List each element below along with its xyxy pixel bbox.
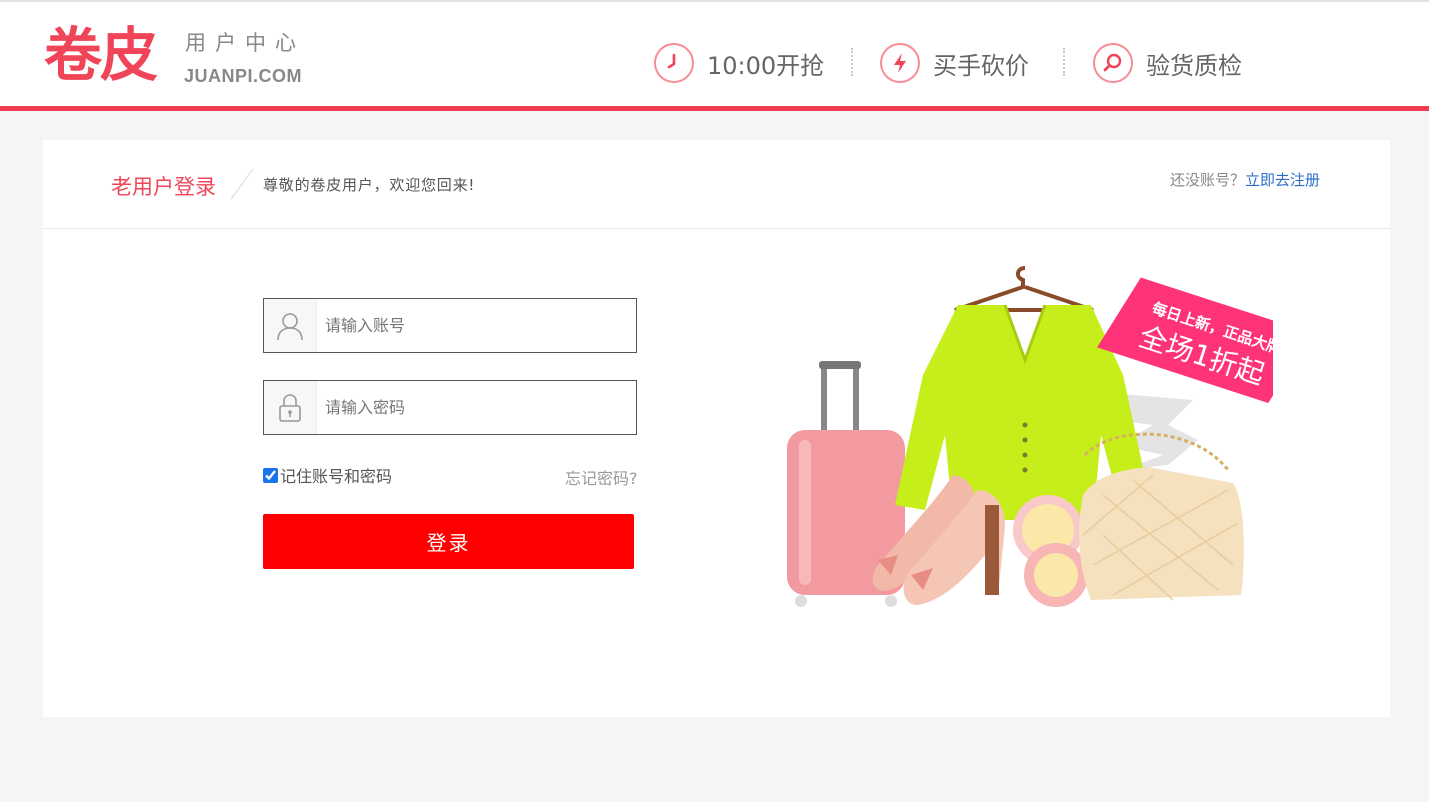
user-icon — [264, 299, 317, 352]
feature-label: 买手砍价 — [933, 51, 1029, 80]
feature-label: 10:00开抢 — [707, 51, 825, 80]
magnifier-icon — [1093, 43, 1133, 83]
feature-flash-sale: 10:00开抢 — [654, 42, 824, 84]
register-prompt: 还没账号？立即去注册 — [1170, 169, 1320, 190]
login-title: 老用户登录 — [111, 175, 216, 199]
account-field[interactable] — [263, 298, 637, 353]
logo-text[interactable]: 卷皮 — [44, 20, 158, 90]
feature-label: 验货质检 — [1146, 51, 1242, 80]
clock-icon — [654, 43, 694, 83]
forgot-password-link[interactable]: 忘记密码? — [565, 465, 638, 489]
register-prompt-text: 还没账号？ — [1169, 171, 1245, 189]
feature-inspection: 验货质检 — [1093, 42, 1242, 84]
feature-divider — [851, 48, 853, 76]
account-input[interactable] — [317, 299, 636, 352]
header-accent-bar — [0, 106, 1429, 111]
login-card: 老用户登录 尊敬的卷皮用户，欢迎您回来! 还没账号？立即去注册 请输入账号 记住… — [43, 140, 1390, 717]
promo-image: 每日上新，正品大牌 全场1折起 — [787, 266, 1273, 607]
site-header: 卷皮 用户中心 JUANPI.COM 10:00开抢 买手砍价 验货质检 — [0, 2, 1429, 106]
welcome-text: 尊敬的卷皮用户，欢迎您回来! — [263, 176, 476, 194]
login-button[interactable]: 登录 — [263, 514, 634, 569]
password-input[interactable] — [317, 381, 636, 434]
logo-domain: JUANPI.COM — [184, 66, 303, 86]
remember-label: 记住账号和密码 — [280, 467, 393, 486]
login-card-header: 老用户登录 尊敬的卷皮用户，欢迎您回来! 还没账号？立即去注册 — [43, 140, 1390, 229]
feature-divider — [1063, 48, 1065, 76]
lightning-icon — [880, 43, 920, 83]
feature-bargain: 买手砍价 — [880, 42, 1029, 84]
password-field[interactable] — [263, 380, 637, 435]
compact-illustration — [1013, 495, 1088, 607]
register-link[interactable]: 立即去注册 — [1245, 171, 1320, 189]
title-divider — [230, 168, 254, 200]
lock-icon — [264, 381, 317, 434]
remember-checkbox[interactable] — [263, 467, 278, 483]
remember-me[interactable]: 记住账号和密码 — [263, 463, 392, 487]
logo-subtitle: 用户中心 — [185, 31, 305, 55]
